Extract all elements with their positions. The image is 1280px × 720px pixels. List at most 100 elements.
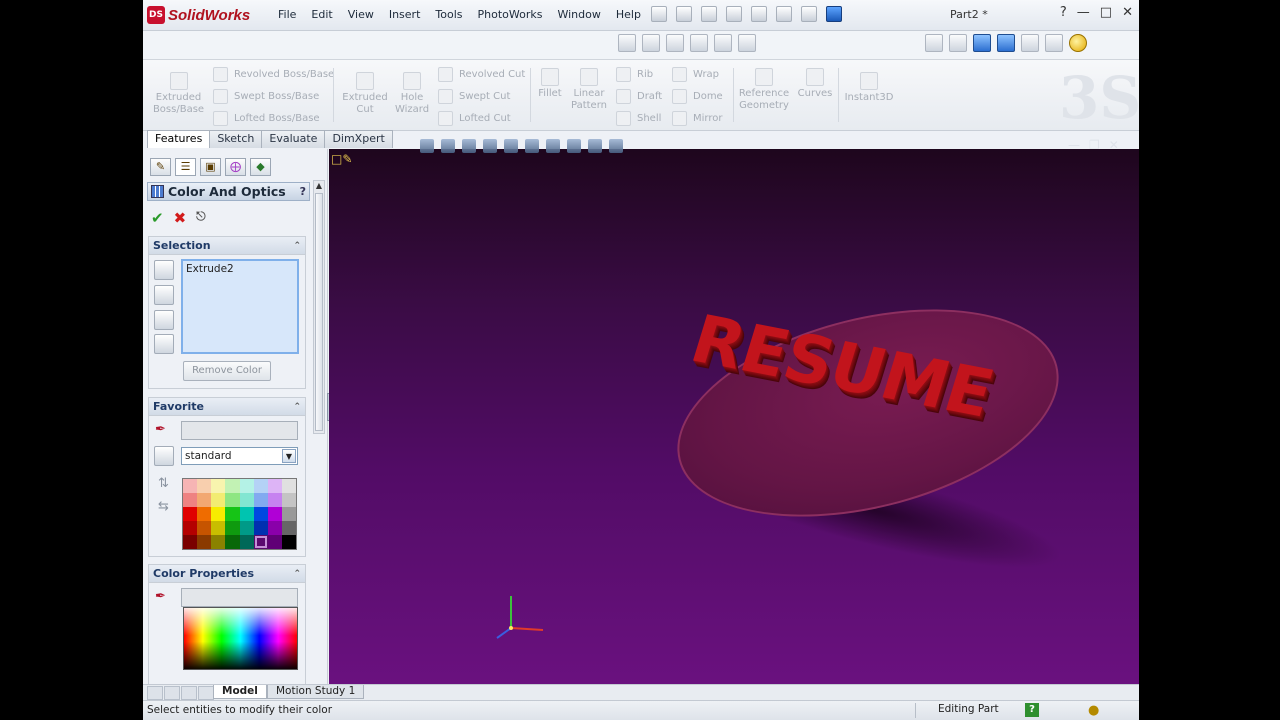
color-swatch[interactable] (211, 507, 226, 521)
favorite-header[interactable]: Favorite ⌃ (149, 398, 305, 416)
maximize-icon[interactable]: □ (1100, 5, 1112, 20)
color-swatch[interactable] (281, 535, 296, 549)
favorite-name-field[interactable] (181, 421, 298, 440)
linear-pattern-button[interactable]: Linear Pattern (568, 68, 610, 112)
curves-button[interactable]: Curves (795, 68, 835, 100)
color-swatch[interactable] (281, 521, 296, 535)
close-icon[interactable]: ✕ (1122, 5, 1133, 20)
menu-help[interactable]: Help (616, 8, 641, 21)
menu-photoworks[interactable]: PhotoWorks (478, 8, 543, 21)
color-properties-header[interactable]: Color Properties ⌃ (149, 565, 305, 583)
lofted-cut-button[interactable]: Lofted Cut (438, 111, 511, 126)
menu-file[interactable]: File (278, 8, 296, 21)
color-swatch[interactable] (253, 535, 268, 549)
view-cube-icon[interactable] (826, 6, 842, 22)
menu-view[interactable]: View (348, 8, 374, 21)
color-swatch[interactable] (211, 479, 226, 493)
color-swatch[interactable] (225, 521, 240, 535)
section-view-icon[interactable] (483, 139, 497, 153)
color-swatch[interactable] (183, 521, 198, 535)
hole-wizard-button[interactable]: Hole Wizard (391, 72, 433, 116)
select-face-icon[interactable] (154, 285, 174, 305)
color-swatch[interactable] (225, 493, 240, 507)
color-swatch[interactable] (267, 493, 282, 507)
close-icon[interactable]: ✕ (1109, 138, 1119, 152)
swept-cut-button[interactable]: Swept Cut (438, 89, 510, 104)
collapse-icon[interactable]: ⌃ (293, 402, 301, 412)
color-swatch[interactable] (225, 535, 240, 549)
display-style-icon[interactable] (525, 139, 539, 153)
undo-icon[interactable] (751, 6, 767, 22)
tab-dimxpert[interactable]: DimXpert (324, 130, 393, 148)
select-feature-icon[interactable] (154, 334, 174, 354)
view-settings-icon[interactable] (609, 139, 623, 153)
color-swatch[interactable] (281, 507, 296, 521)
table-icon[interactable] (714, 34, 732, 52)
collapse-icon[interactable]: ⌃ (293, 569, 301, 579)
apply-scene-icon[interactable] (588, 139, 602, 153)
menu-window[interactable]: Window (557, 8, 600, 21)
zoom-to-area-icon[interactable] (441, 139, 455, 153)
remove-swatch-icon[interactable]: ⇆ (158, 499, 169, 514)
add-swatch-icon[interactable]: ⇅ (158, 476, 169, 491)
edit-appearance-icon[interactable] (925, 34, 943, 52)
collapse-icon[interactable]: ⌃ (293, 241, 301, 251)
tab-sketch[interactable]: Sketch (209, 130, 263, 148)
revolved-boss-button[interactable]: Revolved Boss/Base (213, 67, 334, 82)
hide-show-items-icon[interactable] (546, 139, 560, 153)
rebuild-icon[interactable] (776, 6, 792, 22)
save-icon[interactable] (701, 6, 717, 22)
wrap-button[interactable]: Wrap (672, 67, 719, 82)
shell-button[interactable]: Shell (616, 111, 661, 126)
color-swatch[interactable] (267, 535, 282, 549)
last-tab-icon[interactable] (198, 686, 214, 700)
color-swatch[interactable] (211, 521, 226, 535)
menu-insert[interactable]: Insert (389, 8, 421, 21)
extruded-boss-button[interactable]: Extruded Boss/Base (151, 72, 206, 116)
realview-icon[interactable] (1045, 34, 1063, 52)
layout-icon[interactable] (738, 34, 756, 52)
extruded-cut-button[interactable]: Extruded Cut (339, 72, 391, 116)
color-swatch[interactable] (211, 535, 226, 549)
tab-features[interactable]: Features (147, 130, 211, 148)
dome-button[interactable]: Dome (672, 89, 723, 104)
selection-list[interactable]: Extrude2 (181, 259, 299, 354)
swept-boss-button[interactable]: Swept Boss/Base (213, 89, 319, 104)
color-spectrum[interactable] (183, 607, 298, 670)
color-swatch[interactable] (197, 479, 212, 493)
color-swatch[interactable] (267, 479, 282, 493)
color-swatch[interactable] (267, 521, 282, 535)
color-swatch[interactable] (183, 479, 198, 493)
color-swatch[interactable] (281, 493, 296, 507)
instant3d-button[interactable]: Instant3D (843, 72, 895, 104)
sketch-icon[interactable] (618, 34, 636, 52)
cancel-icon[interactable]: ✖ (174, 209, 187, 227)
open-icon[interactable] (676, 6, 692, 22)
color-swatch[interactable] (239, 535, 254, 549)
new-document-icon[interactable] (651, 6, 667, 22)
pin-icon[interactable]: ⎋ (196, 209, 206, 227)
display-manager-tab-icon[interactable]: ◆ (250, 158, 271, 176)
palette-select[interactable]: standard ▼ (181, 447, 298, 465)
draft-button[interactable]: Draft (616, 89, 662, 104)
property-manager-tab-icon[interactable]: ☰ (175, 158, 196, 176)
color-swatch[interactable] (253, 507, 268, 521)
edit-appearance-icon[interactable] (567, 139, 581, 153)
feature-manager-tab-icon[interactable]: ✎ (150, 158, 171, 176)
select-arrow-icon[interactable] (666, 34, 684, 52)
remove-color-button[interactable]: Remove Color (183, 361, 271, 381)
menu-edit[interactable]: Edit (311, 8, 332, 21)
next-tab-icon[interactable] (181, 686, 197, 700)
grid-icon[interactable] (690, 34, 708, 52)
scroll-up-icon[interactable]: ▲ (314, 181, 324, 191)
first-tab-icon[interactable] (147, 686, 163, 700)
color-swatch[interactable] (239, 479, 254, 493)
color-swatch[interactable] (239, 521, 254, 535)
revolved-cut-button[interactable]: Revolved Cut (438, 67, 525, 82)
mirror-button[interactable]: Mirror (672, 111, 722, 126)
rebuild-status-icon[interactable]: ● (1088, 703, 1099, 718)
lofted-boss-button[interactable]: Lofted Boss/Base (213, 111, 320, 126)
color-swatch[interactable] (253, 479, 268, 493)
help-status-icon[interactable]: ? (1025, 703, 1039, 717)
print-icon[interactable] (726, 6, 742, 22)
